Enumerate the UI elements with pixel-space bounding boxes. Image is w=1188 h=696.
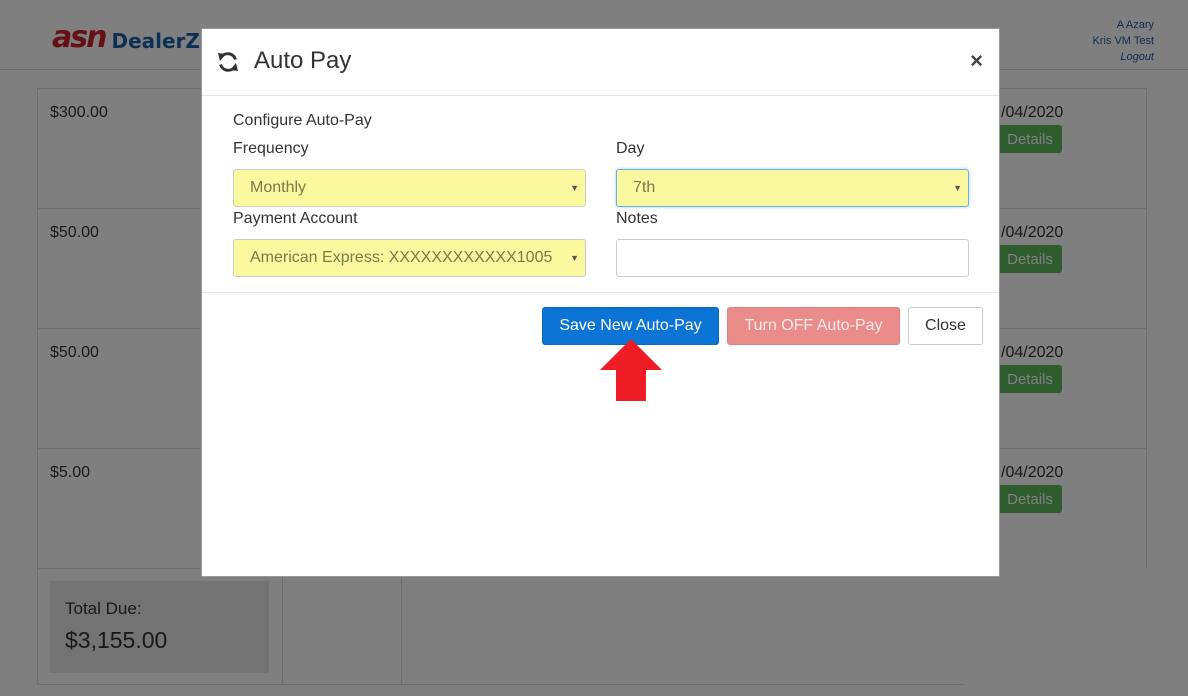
day-value: 7th — [633, 179, 656, 196]
section-label: Configure Auto-Pay — [233, 112, 372, 129]
caret-down-icon: ▼ — [570, 253, 579, 263]
modal-title: Auto Pay — [254, 47, 352, 74]
refresh-icon — [218, 52, 238, 72]
red-arrow-up-icon — [600, 339, 662, 401]
caret-down-icon: ▼ — [570, 183, 579, 193]
modal-body: Configure Auto-Pay Frequency Monthly ▼ D… — [202, 96, 999, 293]
modal-header: Auto Pay × — [202, 29, 999, 96]
turn-off-auto-pay-button[interactable]: Turn OFF Auto-Pay — [727, 307, 900, 345]
caret-down-icon: ▼ — [953, 183, 962, 193]
frequency-label: Frequency — [233, 140, 309, 157]
notes-input[interactable] — [616, 239, 969, 277]
payment-account-value: American Express: XXXXXXXXXXXX1005 — [250, 249, 553, 266]
modal-footer: Save New Auto-Pay Turn OFF Auto-Pay Clos… — [202, 293, 999, 577]
auto-pay-modal: Auto Pay × Configure Auto-Pay Frequency … — [201, 28, 1000, 577]
notes-label: Notes — [616, 210, 658, 227]
close-icon[interactable]: × — [970, 49, 983, 73]
close-button[interactable]: Close — [908, 307, 983, 345]
payment-account-label: Payment Account — [233, 210, 358, 227]
frequency-select[interactable]: Monthly ▼ — [233, 169, 586, 207]
day-label: Day — [616, 140, 645, 157]
payment-account-select[interactable]: American Express: XXXXXXXXXXXX1005 ▼ — [233, 239, 586, 277]
day-select[interactable]: 7th ▼ — [616, 169, 969, 207]
frequency-value: Monthly — [250, 179, 307, 196]
